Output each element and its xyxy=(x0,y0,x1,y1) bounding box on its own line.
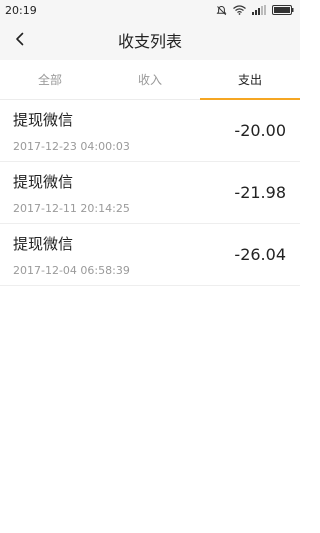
back-button[interactable] xyxy=(8,28,32,52)
signal-icon xyxy=(252,5,266,15)
list-item-time: 2017-12-11 20:14:25 xyxy=(13,201,130,215)
chevron-left-icon xyxy=(14,31,26,50)
alarm-off-icon xyxy=(216,5,227,16)
list-item-title: 提现微信 xyxy=(13,172,74,191)
list-item-amount: -21.98 xyxy=(234,183,286,202)
list-item[interactable]: 提现微信 2017-12-04 06:58:39 -26.04 xyxy=(0,224,300,286)
list-item[interactable]: 提现微信 2017-12-23 04:00:03 -20.00 xyxy=(0,100,300,162)
wifi-icon xyxy=(233,5,246,15)
nav-bar: 收支列表 xyxy=(0,20,300,60)
list-item-time: 2017-12-04 06:58:39 xyxy=(13,263,130,277)
tab-income[interactable]: 收入 xyxy=(100,60,200,99)
tab-label: 收入 xyxy=(137,73,162,87)
list-item-amount: -20.00 xyxy=(234,121,286,140)
list-item-amount: -26.04 xyxy=(234,245,286,264)
tab-all[interactable]: 全部 xyxy=(0,60,100,99)
tab-label: 全部 xyxy=(37,73,62,87)
page-title: 收支列表 xyxy=(117,32,182,51)
status-time: 20:19 xyxy=(5,3,37,17)
transaction-list: 提现微信 2017-12-23 04:00:03 -20.00 提现微信 201… xyxy=(0,100,300,286)
status-icons xyxy=(216,5,294,16)
battery-icon xyxy=(272,5,294,15)
active-tab-indicator xyxy=(200,98,300,100)
list-item-info: 提现微信 2017-12-23 04:00:03 xyxy=(13,109,130,153)
list-item-title: 提现微信 xyxy=(13,110,74,129)
list-item[interactable]: 提现微信 2017-12-11 20:14:25 -21.98 xyxy=(0,162,300,224)
tab-label: 支出 xyxy=(237,73,262,87)
list-item-time: 2017-12-23 04:00:03 xyxy=(13,139,130,153)
list-item-info: 提现微信 2017-12-11 20:14:25 xyxy=(13,171,130,215)
status-bar: 20:19 xyxy=(0,0,300,20)
list-item-title: 提现微信 xyxy=(13,234,74,253)
tab-bar: 全部 收入 支出 xyxy=(0,60,300,100)
list-item-info: 提现微信 2017-12-04 06:58:39 xyxy=(13,233,130,277)
tab-expense[interactable]: 支出 xyxy=(200,60,300,100)
